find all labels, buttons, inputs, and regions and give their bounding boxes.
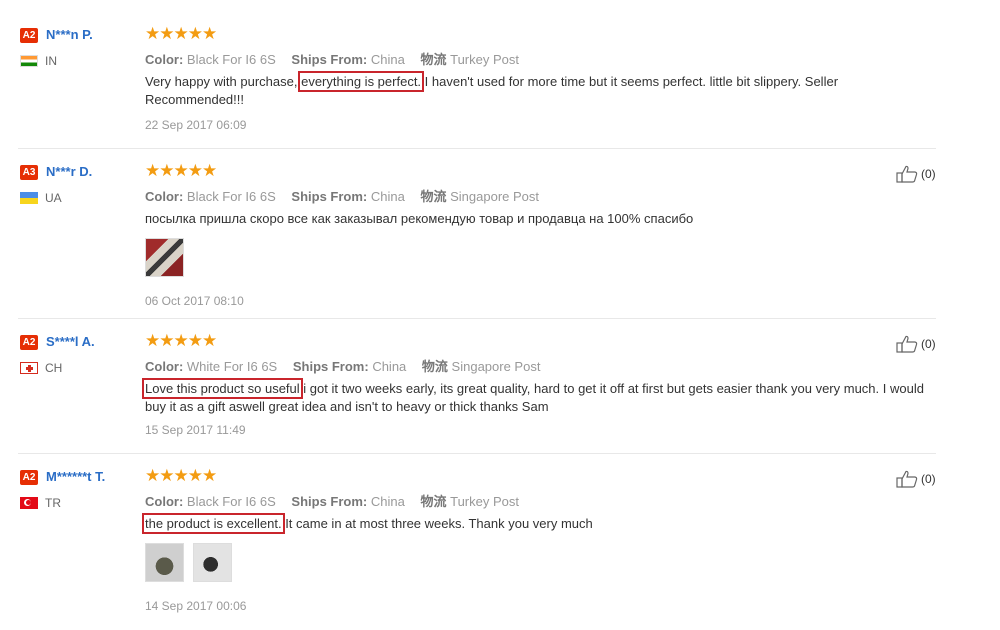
review-text: Love this product so useful i got it two…	[142, 378, 945, 416]
thumbs-up-icon	[896, 470, 918, 488]
review-date: 06 Oct 2017 08:10	[145, 294, 244, 308]
ships-from-label: Ships From:	[291, 52, 368, 67]
color-value: Black For I6 6S	[186, 189, 276, 204]
rating-stars: ★★★★★	[145, 24, 217, 43]
logistics-label: 物流	[420, 494, 447, 509]
shipping-method: Singapore Post	[450, 189, 540, 204]
order-info: Color: Black For I6 6S Ships From: China…	[145, 49, 519, 68]
review-photo-thumbnail[interactable]	[145, 543, 184, 582]
review-text-start: Very happy with purchase,	[145, 74, 302, 89]
review-date: 15 Sep 2017 11:49	[145, 423, 246, 437]
divider	[18, 148, 936, 149]
ships-from-value: China	[370, 494, 405, 509]
helpful-button[interactable]: (0)	[896, 335, 936, 353]
turkey-flag-icon	[20, 497, 38, 509]
color-label: Color:	[145, 359, 184, 374]
color-value: Black For I6 6S	[186, 52, 276, 67]
ships-from-label: Ships From:	[292, 359, 369, 374]
reviewer-name[interactable]: M******t T.	[46, 469, 105, 484]
ships-from-label: Ships From:	[291, 189, 368, 204]
ships-from-value: China	[372, 359, 407, 374]
reviewer-name[interactable]: N***r D.	[46, 164, 92, 179]
order-info: Color: White For I6 6S Ships From: China…	[145, 356, 540, 375]
color-label: Color:	[145, 494, 184, 509]
color-value: White For I6 6S	[186, 359, 278, 374]
review-text: the product is excellent. It came in at …	[142, 513, 905, 534]
review-text: посылка пришла скоро все как заказывал р…	[145, 210, 905, 228]
highlighted-phrase: Love this product so useful	[142, 378, 303, 399]
review-text: Very happy with purchase, everything is …	[145, 71, 905, 109]
divider	[18, 318, 936, 319]
rating-stars: ★★★★★	[145, 161, 217, 180]
review-photo-thumbnail[interactable]	[145, 238, 184, 277]
ukraine-flag-icon	[20, 192, 38, 204]
helpful-button[interactable]: (0)	[896, 470, 936, 488]
logistics-label: 物流	[420, 52, 447, 67]
highlighted-phrase: everything is perfect.	[298, 71, 425, 92]
ships-from-label: Ships From:	[291, 494, 368, 509]
rating-stars: ★★★★★	[145, 331, 217, 350]
review-date: 14 Sep 2017 00:06	[145, 599, 247, 613]
color-label: Color:	[145, 52, 184, 67]
buyer-level-badge: A2	[20, 28, 38, 43]
reviewer-country: CH	[45, 361, 63, 375]
india-flag-icon	[20, 55, 38, 67]
helpful-count: (0)	[921, 472, 936, 486]
divider	[18, 453, 936, 454]
buyer-level-badge: A2	[20, 470, 38, 485]
reviewer-name[interactable]: S****l A.	[46, 334, 95, 349]
thumbs-up-icon	[896, 165, 918, 183]
shipping-method: Turkey Post	[450, 494, 519, 509]
helpful-count: (0)	[921, 167, 936, 181]
reviewer-country: IN	[45, 54, 57, 68]
review-text-start: посылка пришла скоро все как заказывал р…	[145, 211, 694, 226]
switzerland-flag-icon	[20, 362, 38, 374]
reviewer-country: TR	[45, 496, 61, 510]
review-photo-thumbnail[interactable]	[193, 543, 232, 582]
buyer-level-badge: A3	[20, 165, 38, 180]
color-value: Black For I6 6S	[186, 494, 276, 509]
color-label: Color:	[145, 189, 184, 204]
review-text-end: It came in at most three weeks. Thank yo…	[281, 516, 593, 531]
buyer-level-badge: A2	[20, 335, 38, 350]
reviewer-country: UA	[45, 191, 62, 205]
order-info: Color: Black For I6 6S Ships From: China…	[145, 186, 539, 205]
logistics-label: 物流	[421, 359, 448, 374]
thumbs-up-icon	[896, 335, 918, 353]
helpful-button[interactable]: (0)	[896, 165, 936, 183]
shipping-method: Singapore Post	[451, 359, 541, 374]
reviewer-name[interactable]: N***n P.	[46, 27, 93, 42]
rating-stars: ★★★★★	[145, 466, 217, 485]
ships-from-value: China	[370, 189, 405, 204]
ships-from-value: China	[370, 52, 405, 67]
logistics-label: 物流	[420, 189, 447, 204]
order-info: Color: Black For I6 6S Ships From: China…	[145, 491, 519, 510]
highlighted-phrase: the product is excellent.	[142, 513, 285, 534]
shipping-method: Turkey Post	[450, 52, 519, 67]
helpful-count: (0)	[921, 337, 936, 351]
review-date: 22 Sep 2017 06:09	[145, 118, 247, 132]
